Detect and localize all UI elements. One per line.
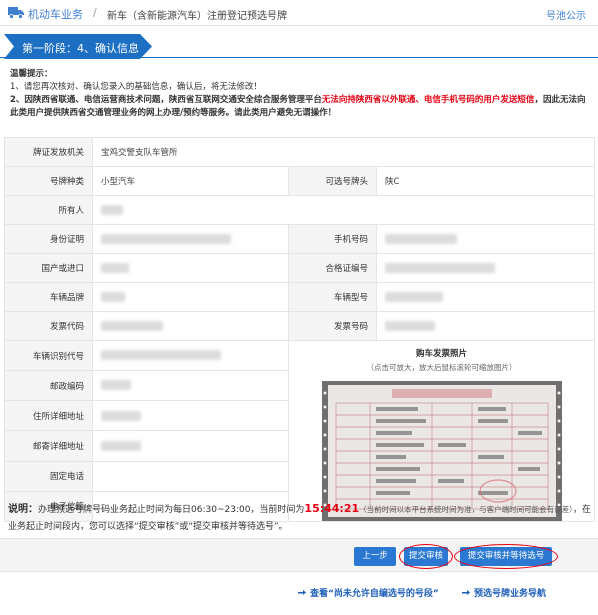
- redacted-invoice-no: [385, 320, 435, 331]
- redacted-phone: [385, 233, 457, 244]
- redacted-id: [101, 233, 231, 244]
- explanation-text-a: 办理预选号牌号码业务起止时间为每日06:30~23:00，当前时间为: [38, 505, 305, 515]
- redacted-address: [101, 410, 141, 421]
- warm-tips: 温馨提示： 1、请您再次核对、确认您录入的基础信息，确认后，将无法修改！ 2、因…: [10, 68, 590, 120]
- action-bar: 上一步 提交审核 提交审核并等待选号: [0, 538, 598, 572]
- invoice-code-label: 发票代码: [4, 311, 93, 341]
- explanation-lead: 说明：: [8, 504, 38, 515]
- address-value: [92, 400, 289, 432]
- postcode-label: 邮政编码: [4, 370, 93, 402]
- invoice-no-value: [375, 311, 596, 341]
- issuer-value: 宝鸡交警支队车管所: [91, 137, 596, 167]
- plate-prefix-value: 陕C: [375, 166, 596, 196]
- photo-hint: （点击可放大，放大后鼠标滚轮可缩放图片）: [366, 363, 517, 372]
- invoice-no-label: 发票号码: [288, 311, 377, 341]
- phone-label: 手机号码: [288, 224, 377, 254]
- mail-address-value: [92, 430, 289, 462]
- top-bar: 机动车业务 / 新车（含新能源汽车）注册登记预选号牌 号池公示: [0, 0, 598, 26]
- mail-address-label: 邮寄详细地址: [4, 430, 93, 462]
- id-label: 身份证明: [4, 224, 93, 254]
- pool-notice-link[interactable]: 号池公示: [546, 7, 586, 22]
- table-row: 号牌种类 小型汽车 可选号牌头 陕C: [4, 166, 596, 196]
- photo-title: 购车发票照片: [416, 349, 468, 359]
- section-title[interactable]: 机动车业务: [28, 6, 83, 22]
- redacted-vin: [101, 350, 221, 361]
- owner-value: [91, 195, 596, 225]
- breadcrumb-separator: /: [93, 6, 97, 19]
- table-row: 所有人: [4, 195, 596, 225]
- tips-line-2: 2、因陕西省联通、电信运营商技术问题，陕西省互联网交通安全综合服务管理平台无法向…: [10, 95, 586, 118]
- vin-label: 车辆识别代号: [4, 339, 93, 372]
- vin-value: [92, 339, 289, 372]
- check-segments-link[interactable]: 查看“尚未允许自编选号的号段”: [297, 586, 439, 599]
- redacted-mail-address: [101, 440, 141, 451]
- explanation: 说明：办理预选号牌号码业务起止时间为每日06:30~23:00，当前时间为15:…: [8, 500, 594, 536]
- landline-value: [92, 460, 289, 492]
- table-row: 发票代码 发票号码: [4, 311, 596, 341]
- prev-step-button[interactable]: 上一步: [354, 547, 396, 566]
- landline-label: 固定电话: [4, 460, 93, 492]
- cert-value: [375, 253, 596, 283]
- redacted-cert: [385, 262, 495, 273]
- table-row: 车辆品牌 车辆型号: [4, 282, 596, 312]
- issuer-label: 牌证发放机关: [4, 137, 93, 167]
- postcode-value: [92, 370, 289, 402]
- address-label: 住所详细地址: [4, 400, 93, 432]
- redacted-postcode: [101, 380, 131, 391]
- model-value: [375, 282, 596, 312]
- current-time: 15:44:21: [304, 502, 360, 515]
- phone-value: [375, 224, 596, 254]
- redacted-owner: [101, 204, 123, 215]
- model-label: 车辆型号: [288, 282, 377, 312]
- owner-label: 所有人: [4, 195, 93, 225]
- origin-label: 国产或进口: [4, 253, 93, 283]
- vehicle-info-table: 牌证发放机关 宝鸡交警支队车管所 号牌种类 小型汽车 可选号牌头 陕C 所有人 …: [4, 137, 596, 523]
- table-row: 国产或进口 合格证编号: [4, 253, 596, 283]
- invoice-photo-cell: 购车发票照片 （点击可放大，放大后鼠标滚轮可缩放图片）: [287, 340, 596, 522]
- truck-icon: [8, 7, 24, 19]
- stage-label: 第一阶段：4、确认信息: [22, 42, 139, 55]
- redacted-origin: [101, 262, 129, 273]
- table-row: 车辆识别代号 购车发票照片 （点击可放大，放大后鼠标滚轮可缩放图片）: [4, 339, 596, 522]
- pointing-hand-icon: [462, 590, 470, 595]
- explanation-small: （当前时间以本平台系统时间为准，与客户端时间可能会有误差）: [359, 505, 573, 514]
- breadcrumb-current: 新车（含新能源汽车）注册登记预选号牌: [107, 11, 287, 22]
- highlight-ring-submit: [399, 544, 453, 569]
- pointing-hand-icon: [298, 590, 306, 595]
- table-row: 身份证明 手机号码: [4, 224, 596, 254]
- plate-type-value: 小型汽车: [92, 166, 289, 196]
- redacted-invoice-code: [101, 320, 163, 331]
- table-row: 牌证发放机关 宝鸡交警支队车管所: [4, 137, 596, 167]
- brand-label: 车辆品牌: [4, 282, 93, 312]
- redacted-brand: [101, 291, 125, 302]
- redacted-model: [385, 291, 443, 302]
- tips-line-1: 1、请您再次核对、确认您录入的基础信息，确认后，将无法修改！: [10, 82, 262, 92]
- invoice-code-value: [92, 311, 289, 341]
- plate-prefix-label: 可选号牌头: [288, 166, 377, 196]
- plate-type-label: 号牌种类: [4, 166, 93, 196]
- origin-value: [92, 253, 289, 283]
- guide-link[interactable]: 预选号牌业务导航: [461, 586, 546, 599]
- footer-links: 查看“尚未允许自编选号的号段” 预选号牌业务导航: [0, 582, 598, 604]
- cert-label: 合格证编号: [288, 253, 377, 283]
- highlight-ring-submit-wait: [454, 544, 558, 569]
- id-value: [92, 224, 289, 254]
- brand-value: [92, 282, 289, 312]
- tips-title: 温馨提示：: [10, 69, 53, 79]
